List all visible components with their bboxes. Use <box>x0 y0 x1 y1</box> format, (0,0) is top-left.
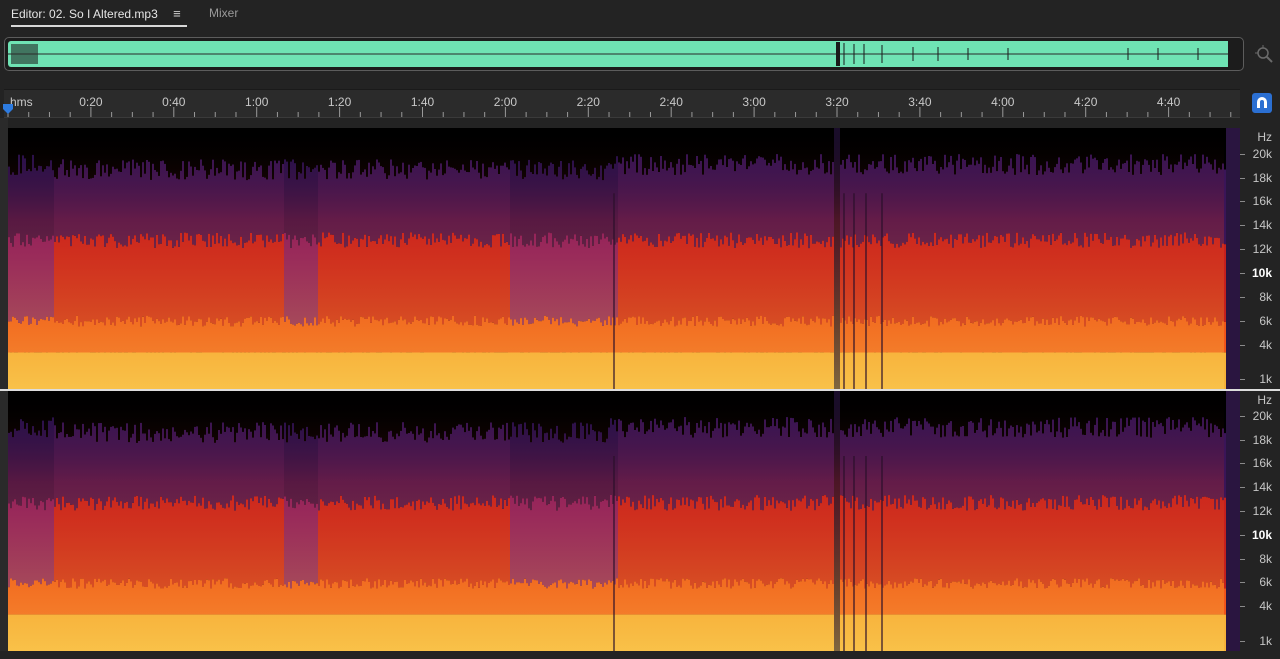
hz-unit-label: Hz <box>1257 130 1272 144</box>
tab-editor-label: Editor: 02. So I Altered.mp3 <box>11 7 158 21</box>
freq-label: 6k <box>1259 575 1272 589</box>
freq-label: 10k <box>1251 266 1272 280</box>
panel-tab-bar: Editor: 02. So I Altered.mp3 ≡ Mixer <box>0 0 1280 32</box>
time-ruler[interactable]: hms 0:20 0:40 1:00 1:20 1:40 2:00 2:20 2:40 3:00 3… <box>4 89 1240 118</box>
frequency-scale-right: Hz 20k 18k 16k 14k 12k 10k 8k 6k 4k 1k <box>1240 391 1280 651</box>
waveform-overview[interactable] <box>4 37 1244 71</box>
ruler-time-label: 4:20 <box>1074 95 1098 109</box>
spectrogram-overlay <box>8 391 1224 651</box>
tab-mixer[interactable]: Mixer <box>209 6 238 20</box>
ruler-time-label: 4:40 <box>1157 95 1181 109</box>
freq-label: 12k <box>1252 504 1272 518</box>
freq-tick <box>1240 463 1245 464</box>
freq-label: 10k <box>1251 528 1272 542</box>
zoom-to-selection-icon[interactable] <box>1254 44 1274 64</box>
ruler-time-label: 2:40 <box>660 95 684 109</box>
spectrogram-channel-right[interactable] <box>8 391 1240 651</box>
freq-tick <box>1240 440 1245 441</box>
ruler-time-label: 3:00 <box>742 95 766 109</box>
freq-label: 1k <box>1259 372 1272 386</box>
freq-tick <box>1240 154 1245 155</box>
active-tab-indicator <box>11 25 187 27</box>
freq-tick <box>1240 559 1245 560</box>
freq-tick <box>1240 178 1245 179</box>
snap-magnet-icon[interactable] <box>1252 93 1272 113</box>
freq-label: 18k <box>1252 433 1272 447</box>
freq-label: 16k <box>1252 194 1272 208</box>
freq-label: 14k <box>1252 480 1272 494</box>
tab-editor[interactable]: Editor: 02. So I Altered.mp3 ≡ <box>11 6 187 27</box>
freq-tick <box>1240 321 1245 322</box>
ruler-time-label: 3:40 <box>908 95 932 109</box>
freq-tick <box>1240 641 1245 642</box>
freq-tick <box>1240 249 1245 250</box>
ruler-time-label: 0:20 <box>79 95 103 109</box>
ruler-time-label: 2:20 <box>577 95 601 109</box>
freq-label: 12k <box>1252 242 1272 256</box>
time-ruler-ticks: hms 0:20 0:40 1:00 1:20 1:40 2:00 2:20 2:40 3:00 3… <box>7 95 1232 117</box>
menu-icon[interactable]: ≡ <box>173 6 181 21</box>
freq-tick <box>1240 511 1245 512</box>
ruler-time-label: 2:00 <box>494 95 518 109</box>
freq-label: 4k <box>1259 599 1272 613</box>
hz-unit-label: Hz <box>1257 393 1272 407</box>
freq-tick <box>1240 201 1245 202</box>
ruler-time-label: 1:40 <box>411 95 435 109</box>
ruler-time-label: 4:00 <box>991 95 1015 109</box>
freq-tick <box>1240 535 1245 536</box>
spectrogram-overlay <box>8 128 1224 389</box>
resize-grip[interactable] <box>651 122 679 132</box>
overview-waveform <box>8 41 1240 67</box>
freq-label: 6k <box>1259 314 1272 328</box>
freq-tick <box>1240 379 1245 380</box>
freq-label: 1k <box>1259 634 1272 648</box>
freq-tick <box>1240 273 1245 274</box>
freq-tick <box>1240 225 1245 226</box>
spectrogram-channel-left[interactable] <box>8 128 1240 389</box>
freq-tick <box>1240 345 1245 346</box>
freq-tick <box>1240 487 1245 488</box>
freq-label: 20k <box>1252 409 1272 423</box>
ruler-time-label: 0:40 <box>162 95 186 109</box>
freq-label: 16k <box>1252 456 1272 470</box>
freq-label: 18k <box>1252 171 1272 185</box>
ruler-time-label: 1:20 <box>328 95 352 109</box>
freq-label: 8k <box>1259 552 1272 566</box>
ruler-time-label: 3:20 <box>825 95 849 109</box>
ruler-time-label: 1:00 <box>245 95 269 109</box>
freq-label: 20k <box>1252 147 1272 161</box>
freq-label: 4k <box>1259 338 1272 352</box>
bottom-edge <box>0 651 1280 659</box>
freq-tick <box>1240 606 1245 607</box>
freq-tick <box>1240 416 1245 417</box>
freq-tick <box>1240 582 1245 583</box>
freq-tick <box>1240 297 1245 298</box>
freq-label: 8k <box>1259 290 1272 304</box>
frequency-scale-left: Hz 20k 18k 16k 14k 12k 10k 8k 6k 4k 1k <box>1240 128 1280 389</box>
freq-label: 14k <box>1252 218 1272 232</box>
